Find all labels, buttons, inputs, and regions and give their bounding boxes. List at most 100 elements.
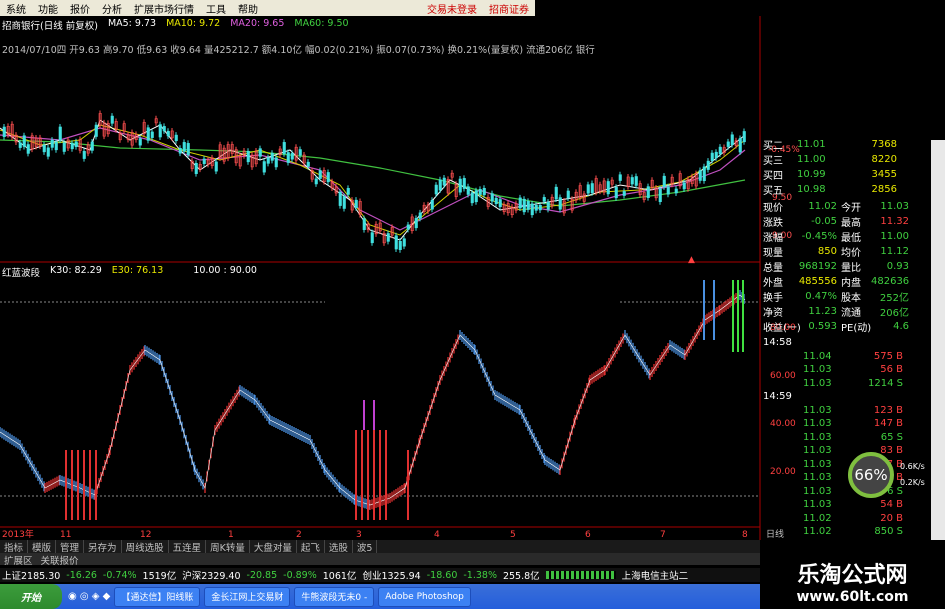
tick-volume: 123 B: [873, 404, 903, 416]
cy-index: 创业1325.94: [362, 571, 421, 582]
formula-tab[interactable]: 波5: [353, 540, 378, 554]
server-name: 上海电信主站二: [621, 571, 689, 582]
candle-body: [442, 177, 446, 186]
formula-tab[interactable]: 起飞: [297, 540, 325, 554]
formula-tab[interactable]: 周线选股: [122, 540, 169, 554]
candle-body: [618, 174, 622, 181]
candle-body: [70, 143, 74, 150]
candle-body: [462, 178, 466, 189]
tick-price: 11.03: [803, 377, 832, 389]
formula-tab[interactable]: 另存为: [84, 540, 122, 554]
candle-body: [138, 138, 142, 146]
watermark-brand: 乐淘公式网 www.60lt.com: [760, 553, 945, 609]
stat-label2: 最低: [841, 233, 861, 244]
x-tick-7: 7: [660, 530, 666, 540]
quicklaunch-icons[interactable]: ◉ ◎ ◈ ◆: [68, 591, 110, 602]
start-button[interactable]: 开始: [0, 584, 62, 609]
candle-body: [566, 190, 570, 199]
ma60-line: [0, 139, 746, 207]
formula-tab[interactable]: 周K转量: [206, 540, 250, 554]
candle-body: [634, 176, 638, 186]
stat-label: 外盘: [763, 278, 783, 289]
stat-value2: 11.00: [880, 231, 909, 242]
range-label: 10.00 : 90.00: [193, 265, 257, 276]
candle-body: [402, 238, 406, 247]
candle-body: [50, 139, 54, 148]
candle-body: [646, 186, 650, 198]
candle-body: [74, 141, 78, 147]
candle-body: [706, 160, 710, 170]
candle-body: [362, 218, 366, 230]
hs-pct: -0.89%: [283, 569, 317, 581]
candle-body: [338, 191, 342, 206]
stat-value: -0.05: [811, 216, 837, 227]
formula-tab[interactable]: 五连星: [169, 540, 207, 554]
task-photoshop[interactable]: Adobe Photoshop: [378, 586, 471, 607]
tab-ext-area[interactable]: 扩展区: [0, 553, 37, 567]
download-speed: 0.6K/s: [900, 462, 925, 471]
candle-body: [614, 186, 618, 199]
candle-body: [434, 184, 438, 195]
tick-price: 11.03: [803, 418, 832, 430]
candle-body: [630, 177, 634, 185]
hs-amount: 1061亿: [322, 571, 357, 582]
stat-label2: 最高: [841, 218, 861, 229]
stat-row: 外盘 485556 内盘 482636: [763, 274, 928, 289]
candle-body: [178, 148, 182, 154]
formula-tab[interactable]: 选股: [325, 540, 353, 554]
candle-body: [186, 143, 190, 156]
stat-label2: 股本: [841, 293, 861, 304]
task-trade[interactable]: 金长江网上交易财: [204, 586, 291, 607]
formula-tab[interactable]: 模版: [28, 540, 57, 554]
tick-row: 11.03 65 S: [763, 431, 928, 445]
stat-value2: 482636: [871, 276, 910, 287]
candle-body: [354, 199, 358, 208]
indicator-header: 红蓝波段 K30: 82.29 E30: 76.13 10.00 : 90.00: [2, 265, 257, 279]
candle-body: [498, 199, 502, 208]
stat-label2: 流通: [841, 308, 861, 319]
candle-body: [682, 182, 686, 190]
candle-body: [386, 233, 390, 242]
x-tick-6: 6: [585, 530, 591, 540]
tick-price: 11.02: [803, 526, 832, 538]
x-tick-11: 11: [60, 530, 71, 540]
candle-body: [546, 201, 550, 210]
stat-label2: 今开: [841, 203, 861, 214]
stat-value2: 252亿: [879, 293, 909, 304]
stat-label2: 内盘: [841, 278, 861, 289]
bid-row: 买五 10.98 2856: [763, 182, 928, 197]
stat-value: 968192: [798, 261, 837, 272]
tick-volume: 20 B: [880, 512, 903, 524]
cy-change: -18.60: [426, 569, 458, 581]
x-tick-3: 3: [356, 530, 362, 540]
tab-related-quote[interactable]: 关联报价: [37, 553, 83, 567]
candle-body: [82, 151, 86, 159]
candle-body: [46, 147, 50, 157]
candle-body: [306, 161, 310, 167]
formula-tab[interactable]: 大盘对量: [250, 540, 297, 554]
candle-body: [290, 153, 294, 160]
candle-body: [110, 115, 114, 124]
bid-volume: 3455: [871, 169, 897, 180]
candle-body: [414, 218, 418, 229]
task-tdx[interactable]: 【通达信】阳线账: [114, 586, 201, 607]
tick-price: 11.03: [803, 472, 832, 484]
bid-volume: 7368: [871, 139, 897, 150]
candle-body: [530, 203, 534, 216]
formula-tab[interactable]: 管理: [56, 540, 85, 554]
candle-body: [478, 189, 482, 195]
cy-amount: 255.8亿: [502, 571, 540, 582]
candle-body: [590, 183, 594, 194]
tick-row: 11.03 83 B: [763, 444, 928, 458]
candle-body: [22, 135, 26, 147]
candle-body: [166, 130, 170, 137]
stat-value: 485556: [798, 276, 837, 287]
stat-value: 11.02: [808, 201, 837, 212]
formula-tab[interactable]: 指标: [0, 540, 29, 554]
candle-body: [162, 126, 166, 132]
scrollbar[interactable]: [931, 140, 945, 540]
candle-body: [182, 142, 186, 152]
task-wave[interactable]: 牛熊波段无未0 -: [294, 586, 375, 607]
candle-body: [730, 134, 734, 145]
tick-volume: 54 B: [880, 499, 903, 511]
